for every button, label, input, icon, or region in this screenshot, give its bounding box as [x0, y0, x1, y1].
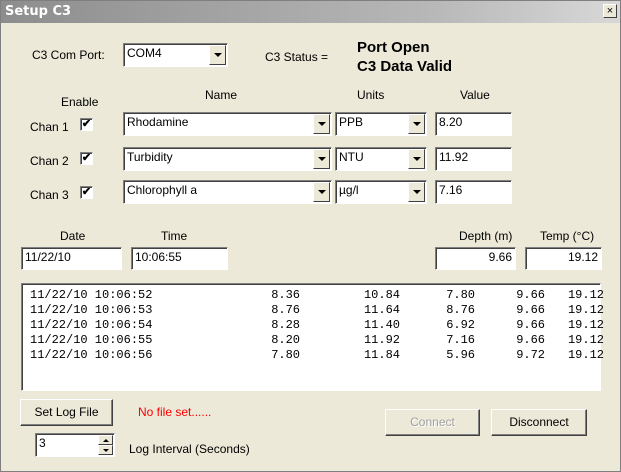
chan-3-value-field[interactable]: 7.16 [435, 180, 512, 204]
log-cell: 19.12 [567, 288, 604, 302]
time-label: Time [161, 229, 188, 243]
com-port-value: COM4 [127, 46, 162, 60]
log-row[interactable]: 11/22/10 10:06:54 8.28 11.40 6.92 9.66 19.12 [22, 318, 604, 333]
log-cell: 19.12 [567, 333, 604, 347]
log-cell: 11/22/10 10:06:52 [30, 288, 153, 302]
header-enable: Enable [61, 95, 99, 109]
chan-3-units-select[interactable]: µg/l [335, 180, 427, 204]
chan-1-name: Rhodamine [127, 115, 189, 129]
spin-up-icon[interactable] [98, 435, 113, 445]
log-cell: 9.66 [516, 303, 545, 317]
status-label: C3 Status = [265, 50, 329, 64]
depth-label: Depth (m) [459, 229, 513, 243]
header-units: Units [357, 88, 385, 102]
chevron-down-icon[interactable] [313, 114, 330, 134]
log-cell: 11.40 [363, 318, 400, 332]
log-cell: 10.84 [363, 288, 400, 302]
chevron-down-icon[interactable] [313, 149, 330, 169]
chevron-down-icon[interactable] [408, 182, 425, 202]
log-interval-label: Log Interval (Seconds) [129, 442, 250, 456]
depth-field[interactable]: 9.66 [435, 247, 516, 270]
date-field[interactable]: 11/22/10 [21, 247, 122, 270]
log-cell: 9.66 [516, 333, 545, 347]
chan-2-label: Chan 2 [30, 154, 69, 168]
window-title: Setup C3 [5, 4, 72, 19]
log-cell: 8.76 [271, 303, 300, 317]
log-cell: 19.12 [567, 348, 604, 362]
chan-2-enable-checkbox[interactable]: ✔ [80, 152, 93, 165]
log-row[interactable]: 11/22/10 10:06:53 8.76 11.64 8.76 9.66 19.12 [22, 303, 604, 318]
chan-1-name-select[interactable]: Rhodamine [123, 112, 332, 136]
chevron-down-icon[interactable] [209, 45, 226, 65]
log-cell: 8.20 [271, 333, 300, 347]
chan-2-value-field[interactable]: 11.92 [435, 147, 512, 171]
connect-button[interactable]: Connect [385, 409, 480, 436]
log-cell: 11.84 [363, 348, 400, 362]
log-cell: 11/22/10 10:06:53 [30, 303, 153, 317]
chevron-down-icon[interactable] [408, 114, 425, 134]
log-cell: 9.66 [516, 288, 545, 302]
setup-dialog: Setup C3 × C3 Com Port: COM4 C3 Status =… [0, 0, 621, 472]
log-cell: 8.36 [271, 288, 300, 302]
chan-2-units: NTU [339, 150, 364, 164]
chan-1-value-field[interactable]: 8.20 [435, 112, 512, 136]
header-name: Name [205, 88, 238, 102]
chan-3-name: Chlorophyll a [127, 183, 198, 197]
log-cell: 11/22/10 10:06:55 [30, 333, 153, 347]
status-data-valid: C3 Data Valid [357, 58, 453, 75]
log-cell: 7.16 [446, 333, 475, 347]
set-log-file-button[interactable]: Set Log File [20, 399, 113, 426]
log-cell: 11.64 [363, 303, 400, 317]
spin-down-icon[interactable] [98, 445, 113, 455]
log-interval-stepper[interactable]: 3 [35, 433, 115, 457]
log-cell: 8.28 [271, 318, 300, 332]
header-value: Value [460, 88, 490, 102]
chevron-down-icon[interactable] [408, 149, 425, 169]
disconnect-button[interactable]: Disconnect [491, 409, 587, 436]
log-file-status: No file set...... [138, 405, 212, 419]
log-cell: 5.96 [446, 348, 475, 362]
log-cell: 11.92 [363, 333, 400, 347]
chan-2-name: Turbidity [127, 150, 173, 164]
title-bar[interactable]: Setup C3 × [1, 1, 620, 23]
chan-1-units-select[interactable]: PPB [335, 112, 427, 136]
log-cell: 19.12 [567, 318, 604, 332]
chan-3-label: Chan 3 [30, 188, 69, 202]
chan-1-units: PPB [339, 115, 364, 129]
chan-1-label: Chan 1 [30, 120, 69, 134]
chan-3-name-select[interactable]: Chlorophyll a [123, 180, 332, 204]
log-cell: 7.80 [446, 288, 475, 302]
chan-2-name-select[interactable]: Turbidity [123, 147, 332, 171]
log-cell: 9.66 [516, 318, 545, 332]
log-row[interactable]: 11/22/10 10:06:52 8.36 10.84 7.80 9.66 19.12 [22, 288, 604, 303]
log-list[interactable]: 11/22/10 10:06:52 8.36 10.84 7.80 9.66 19.12 1… [21, 283, 604, 391]
log-cell: 19.12 [567, 303, 604, 317]
chan-3-enable-checkbox[interactable]: ✔ [80, 186, 93, 199]
chevron-down-icon[interactable] [313, 182, 330, 202]
com-port-select[interactable]: COM4 [123, 43, 228, 67]
log-interval-value: 3 [39, 436, 46, 450]
log-cell: 8.76 [446, 303, 475, 317]
log-row[interactable]: 11/22/10 10:06:55 8.20 11.92 7.16 9.66 19.12 [22, 333, 604, 348]
date-label: Date [60, 229, 86, 243]
status-port-open: Port Open [357, 39, 430, 56]
log-cell: 6.92 [446, 318, 475, 332]
log-row[interactable]: 11/22/10 10:06:56 7.80 11.84 5.96 9.72 19.12 [22, 348, 604, 363]
com-port-label: C3 Com Port: [32, 48, 105, 62]
chan-2-units-select[interactable]: NTU [335, 147, 427, 171]
log-cell: 7.80 [271, 348, 300, 362]
close-icon[interactable]: × [603, 4, 617, 18]
log-cell: 11/22/10 10:06:54 [30, 318, 153, 332]
time-field[interactable]: 10:06:55 [131, 247, 228, 270]
log-cell: 11/22/10 10:06:56 [30, 348, 153, 362]
log-cell: 9.72 [516, 348, 545, 362]
temp-field[interactable]: 19.12 [525, 247, 602, 270]
chan-3-units: µg/l [339, 183, 359, 197]
temp-label: Temp (°C) [540, 229, 595, 243]
chan-1-enable-checkbox[interactable]: ✔ [80, 118, 93, 131]
